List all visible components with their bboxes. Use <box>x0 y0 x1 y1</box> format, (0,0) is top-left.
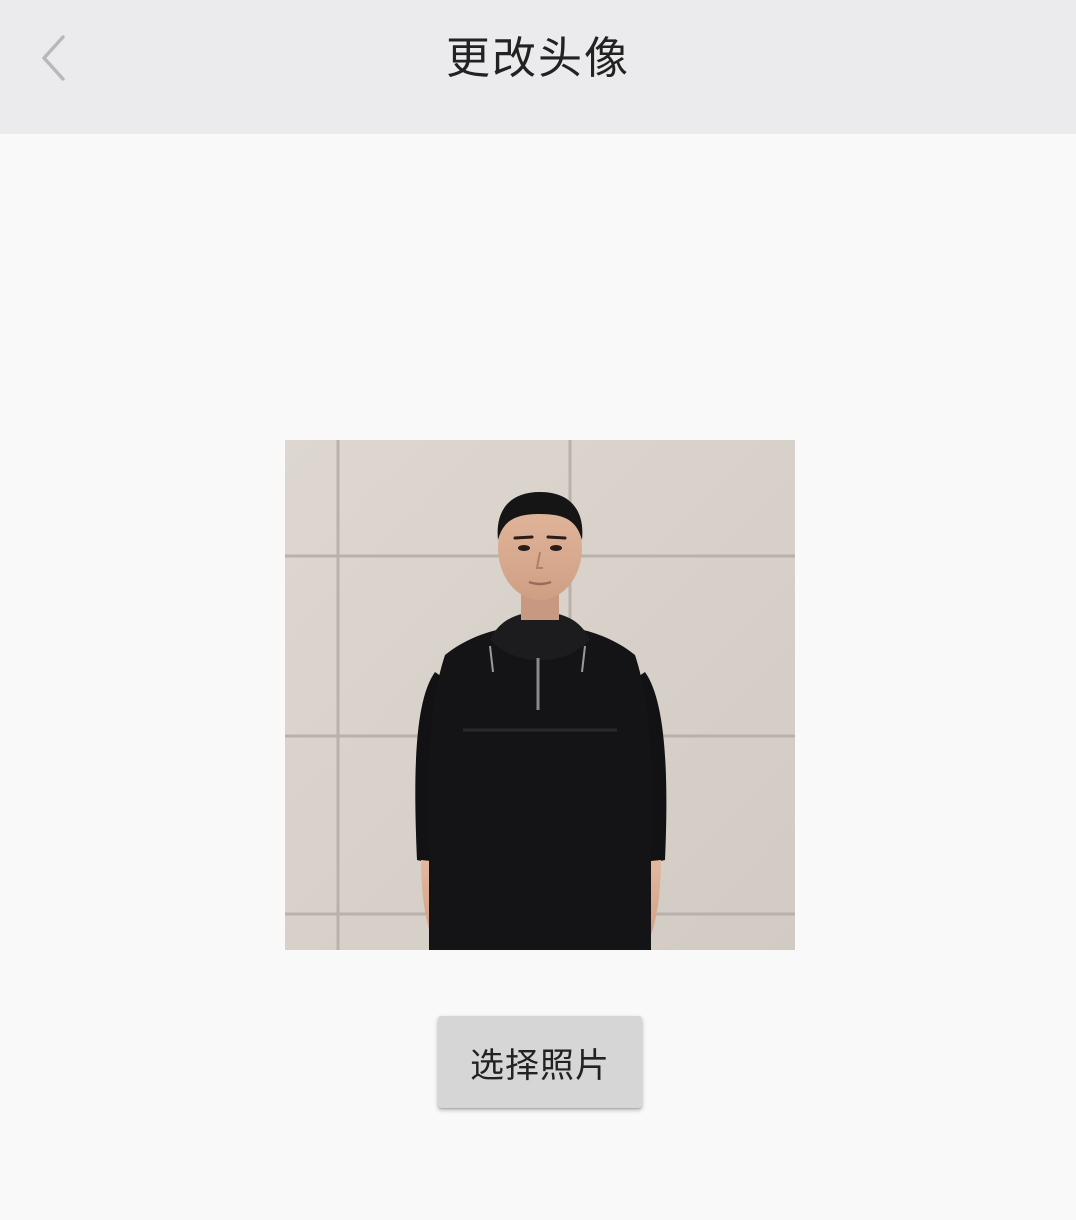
navigation-bar: 更改头像 <box>0 0 1076 134</box>
avatar-image <box>285 440 795 950</box>
select-photo-button[interactable]: 选择照片 <box>438 1016 642 1108</box>
page-title: 更改头像 <box>446 33 630 84</box>
